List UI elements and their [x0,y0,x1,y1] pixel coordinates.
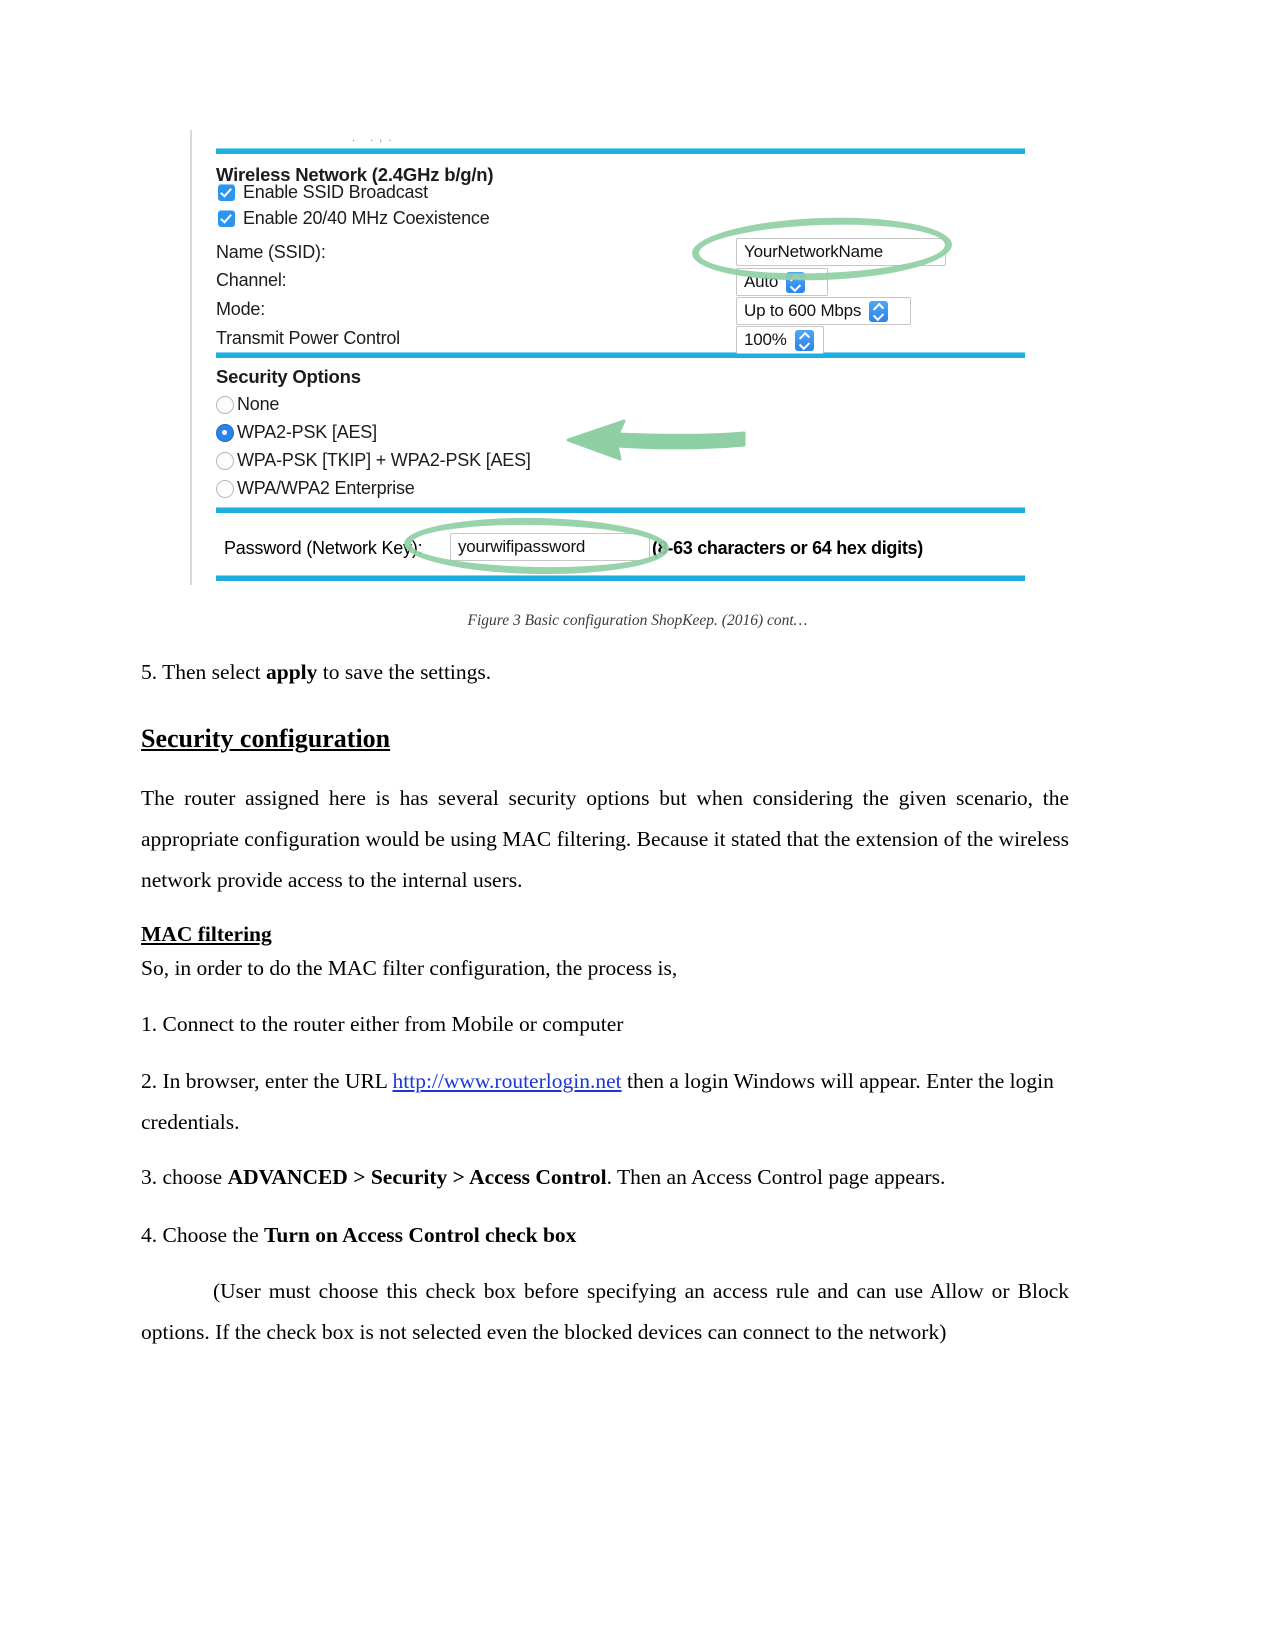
divider-line-after-wireless [216,352,1025,358]
security-options-section-title: Security Options [216,366,361,387]
radio-row-wpa2-psk-aes[interactable]: WPA2-PSK [AES] [216,422,377,443]
divider-line-after-security [216,507,1025,513]
routerlogin-link[interactable]: http://www.routerlogin.net [393,1069,622,1093]
field-label-channel: Channel: [216,270,287,290]
annotation-oval-password-icon [403,515,670,577]
step-2-prefix: 2. In browser, enter the URL [141,1069,393,1093]
radio-label-wpa-wpa2-enterprise: WPA/WPA2 Enterprise [237,478,415,498]
radio-unselected-icon[interactable] [216,479,234,498]
chevron-up-down-icon[interactable] [869,300,889,322]
annotation-arrow-icon [566,419,746,461]
router-config-figure: . .,. Wireless Network (2.4GHz b/g/n) En… [190,130,1025,585]
radio-row-wpa-psk-tkip-wpa2-psk-aes[interactable]: WPA-PSK [TKIP] + WPA2-PSK [AES] [216,450,531,471]
radio-row-wpa-wpa2-enterprise[interactable]: WPA/WPA2 Enterprise [216,478,415,499]
radio-row-none[interactable]: None [216,394,279,415]
step-4-wrap: 4. Choose the Turn on Access Control che… [141,1215,1069,1256]
mode-dropdown-value: Up to 600 Mbps [744,301,862,320]
field-label-transmit-power: Transmit Power Control [216,328,400,348]
mac-filtering-heading-wrap: MAC filtering [141,918,1069,950]
step-1-wrap: 1. Connect to the router either from Mob… [141,1004,1069,1045]
step-1-paragraph: 1. Connect to the router either from Mob… [141,1012,624,1036]
transmit-power-dropdown[interactable]: 100% [736,326,824,354]
checkbox-checked-icon[interactable] [218,184,235,201]
annotation-oval-ssid-icon [690,213,954,285]
checkbox-label-ssid-broadcast: Enable SSID Broadcast [243,182,428,202]
chevron-up-down-icon[interactable] [794,329,814,351]
step-3-prefix: 3. choose [141,1165,228,1189]
step-5-suffix: to save the settings. [317,660,492,684]
radio-label-wpa2-psk-aes: WPA2-PSK [AES] [237,422,377,442]
checkbox-label-coexistence: Enable 20/40 MHz Coexistence [243,208,490,228]
divider-line-bottom [216,575,1025,581]
field-label-mode: Mode: [216,299,266,319]
security-configuration-heading-wrap: Security configuration [141,722,1069,756]
password-field-label: Password (Network Key): [224,538,423,558]
cropped-text-artifact: . .,. [352,132,398,144]
radio-selected-icon[interactable] [216,423,234,442]
checkbox-row-ssid-broadcast[interactable]: Enable SSID Broadcast [218,182,428,203]
subheading-mac-filtering: MAC filtering [141,922,272,946]
step-3-suffix: . Then an Access Control page appears. [606,1165,946,1189]
page-heading-security-configuration: Security configuration [141,724,391,753]
step-2-wrap: 2. In browser, enter the URL http://www.… [141,1061,1069,1143]
document-page: . .,. Wireless Network (2.4GHz b/g/n) En… [0,0,1275,1651]
checkbox-checked-icon[interactable] [218,210,235,227]
mode-dropdown[interactable]: Up to 600 Mbps [736,297,911,325]
field-label-ssid: Name (SSID): [216,242,326,262]
note-paragraph-wrap: (User must choose this check box before … [141,1271,1069,1353]
radio-label-none: None [237,394,280,414]
step-4-bold: Turn on Access Control check box [264,1223,577,1247]
step-5-prefix: 5. Then select [141,660,266,684]
note-paragraph: (User must choose this check box before … [141,1279,1069,1344]
checkbox-row-coexistence[interactable]: Enable 20/40 MHz Coexistence [218,208,490,229]
step-5-paragraph: 5. Then select apply to save the setting… [141,652,1069,693]
radio-label-wpa-psk-tkip: WPA-PSK [TKIP] + WPA2-PSK [AES] [237,450,531,470]
transmit-power-dropdown-value: 100% [744,330,787,349]
intro-paragraph-wrap: The router assigned here is has several … [141,778,1069,901]
intro-paragraph: The router assigned here is has several … [141,786,1069,892]
figure-caption: Figure 3 Basic configuration ShopKeep. (… [467,612,808,629]
divider-line-top [216,148,1025,154]
mac-intro-line-wrap: So, in order to do the MAC filter config… [141,948,1069,989]
step-3-bold: ADVANCED > Security > Access Control [227,1165,607,1189]
step-5-bold: apply [265,660,318,684]
step-4-prefix: 4. Choose the [141,1223,265,1247]
radio-unselected-icon[interactable] [216,451,234,470]
password-hint-text: (8-63 characters or 64 hex digits) [652,538,923,558]
radio-unselected-icon[interactable] [216,395,234,414]
mac-intro-line: So, in order to do the MAC filter config… [141,956,678,980]
step-3-wrap: 3. choose ADVANCED > Security > Access C… [141,1157,1069,1198]
